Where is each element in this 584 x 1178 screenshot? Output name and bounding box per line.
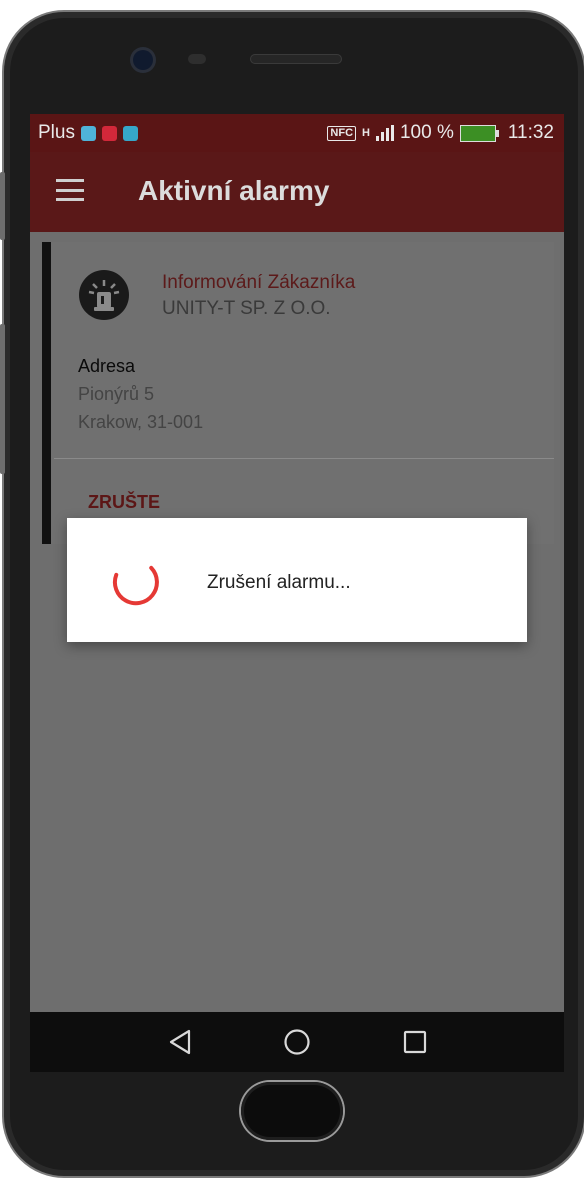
battery-icon bbox=[459, 124, 499, 142]
address-label: Adresa bbox=[78, 356, 136, 376]
clock: 11:32 bbox=[507, 122, 554, 143]
screen: Plus NFC H 100 % 11:32 Aktivní alarmy In… bbox=[30, 114, 564, 1012]
alarm-title: Informování Zákazníka bbox=[162, 272, 356, 293]
battery-percent: 100 % bbox=[399, 122, 454, 143]
side-button bbox=[0, 324, 5, 474]
alarm-card[interactable]: Informování Zákazníka UNITY-T SP. Z O.O.… bbox=[42, 242, 554, 544]
earpiece-speaker bbox=[250, 54, 342, 64]
shield-app-icon bbox=[122, 125, 138, 141]
progress-dialog: Zrušení alarmu... bbox=[67, 518, 527, 642]
home-circle-icon[interactable] bbox=[279, 1024, 315, 1060]
page-title: Aktivní alarmy bbox=[138, 175, 330, 206]
back-triangle-icon[interactable] bbox=[162, 1024, 198, 1060]
my-app-icon bbox=[101, 125, 117, 141]
alarm-customer: UNITY-T SP. Z O.O. bbox=[162, 298, 331, 319]
proximity-sensor bbox=[188, 54, 206, 64]
address-city: Krakow, 31-001 bbox=[78, 412, 204, 432]
network-type: H bbox=[362, 127, 370, 139]
status-left: Plus bbox=[38, 122, 138, 144]
card-status-stripe bbox=[42, 242, 51, 544]
status-right: NFC H 100 % 11:32 bbox=[327, 122, 554, 144]
nfc-icon: NFC bbox=[327, 125, 357, 141]
loading-spinner-icon bbox=[112, 565, 159, 606]
status-bar: Plus NFC H 100 % 11:32 bbox=[30, 114, 564, 152]
app-bar: Aktivní alarmy bbox=[30, 152, 564, 232]
cancel-alarm-button[interactable]: ZRUŠTE bbox=[88, 492, 160, 513]
card-divider bbox=[54, 458, 554, 459]
front-camera bbox=[133, 50, 153, 70]
address-street: Pionýrů 5 bbox=[78, 384, 155, 404]
mail-icon bbox=[80, 125, 96, 141]
progress-message: Zrušení alarmu... bbox=[207, 572, 351, 593]
hamburger-menu-icon[interactable] bbox=[56, 179, 84, 201]
recents-square-icon[interactable] bbox=[397, 1024, 433, 1060]
signal-icon bbox=[375, 125, 394, 141]
system-nav-bar bbox=[30, 1012, 564, 1072]
siren-icon bbox=[79, 270, 129, 320]
carrier-label: Plus bbox=[38, 122, 75, 143]
volume-button bbox=[0, 172, 5, 240]
physical-home-button[interactable] bbox=[241, 1082, 343, 1140]
